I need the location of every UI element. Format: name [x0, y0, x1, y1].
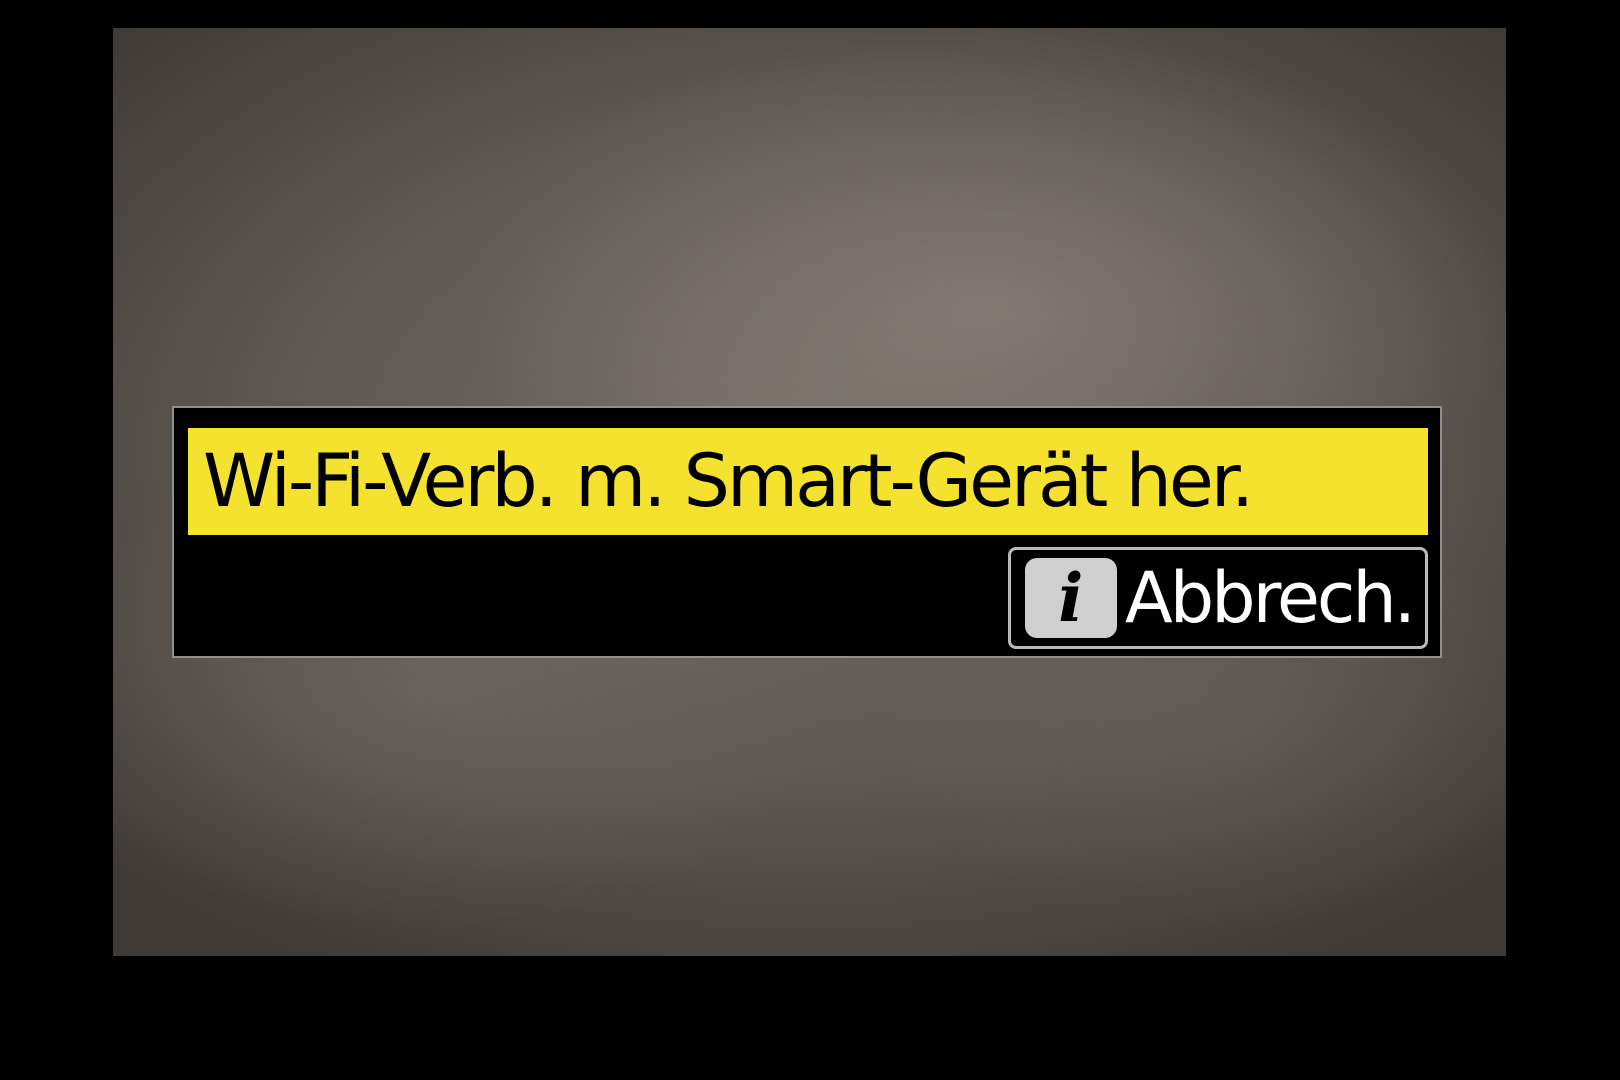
dialog-title-highlight: Wi-Fi-Verb. m. Smart-Gerät her.	[188, 428, 1428, 535]
cancel-button[interactable]: i Abbrech.	[1007, 547, 1428, 649]
cancel-label: Abbrech.	[1124, 557, 1416, 639]
wifi-connection-dialog: Wi-Fi-Verb. m. Smart-Gerät her. i Abbrec…	[172, 406, 1442, 658]
info-key-icon: i	[1024, 558, 1117, 638]
